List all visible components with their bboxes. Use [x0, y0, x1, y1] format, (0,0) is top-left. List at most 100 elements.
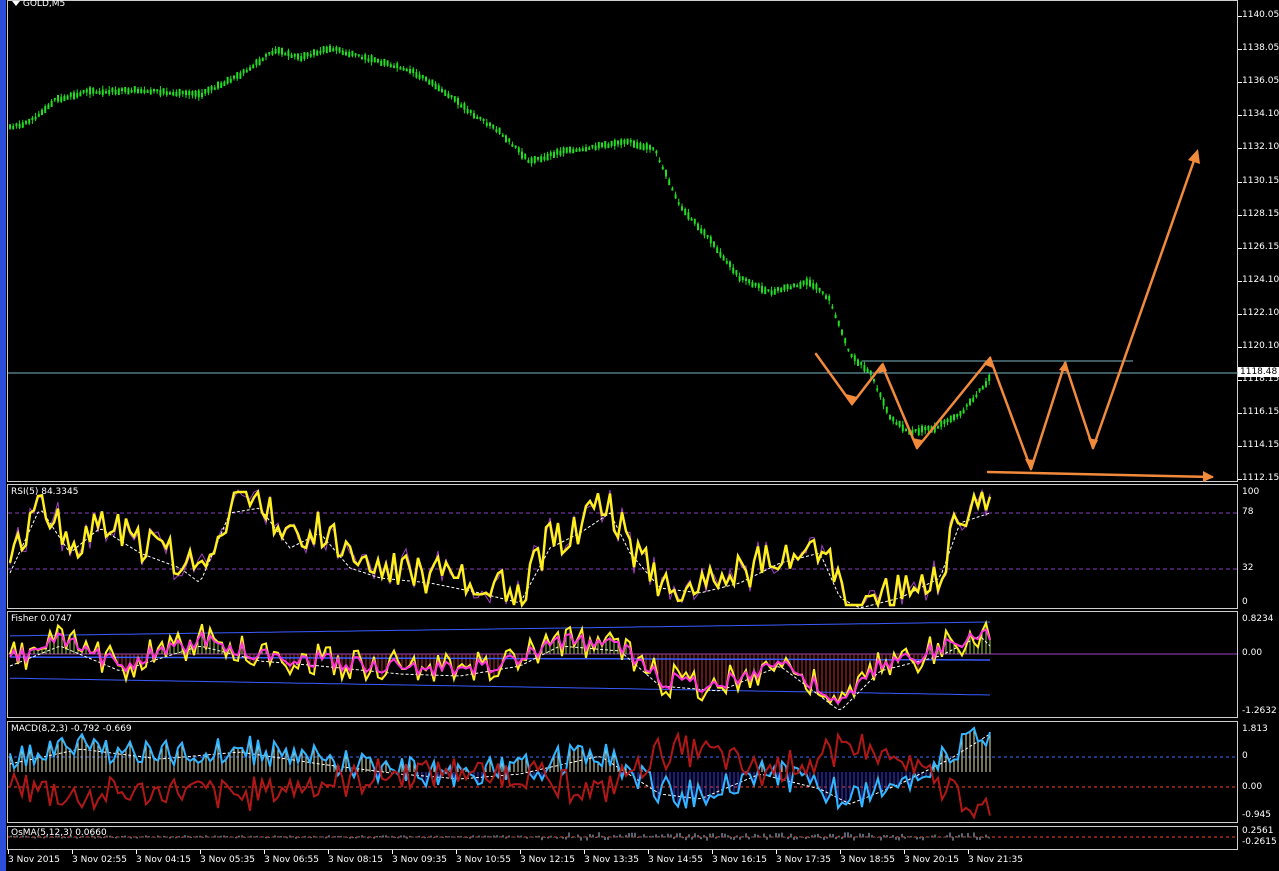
time-axis-tick	[392, 850, 393, 854]
price-axis-label: 1126.15	[1242, 241, 1279, 252]
macd-pane[interactable]	[7, 721, 1238, 823]
candle-body	[437, 85, 440, 92]
candle-body	[703, 229, 706, 236]
candle-body	[377, 58, 379, 63]
price-axis-label: 1122.10	[1242, 307, 1279, 318]
candle-body	[367, 58, 370, 62]
candle-body	[335, 46, 338, 51]
candle-body	[604, 141, 607, 148]
price-candles	[9, 44, 991, 438]
osma-pane[interactable]	[7, 826, 1238, 850]
time-axis-tick	[8, 850, 9, 854]
candle-body	[802, 280, 805, 285]
candle-body	[156, 89, 159, 92]
candle-body	[828, 295, 831, 301]
candle-body	[85, 89, 88, 93]
price-axis-label: 1140.05	[1242, 10, 1279, 20]
candle-body	[722, 255, 725, 261]
candle-body	[959, 411, 962, 416]
candle-body	[201, 92, 203, 98]
candle-body	[329, 45, 331, 53]
candle-body	[508, 138, 511, 142]
candle-body	[575, 149, 578, 152]
candle-body	[786, 284, 789, 289]
candle-body	[313, 49, 315, 56]
candle-body	[895, 422, 898, 425]
candle-body	[453, 96, 456, 102]
candle-body	[66, 95, 69, 100]
candle-body	[725, 260, 728, 264]
candle-body	[229, 78, 232, 83]
candle-body	[581, 148, 584, 151]
candle-body	[485, 122, 488, 126]
candle-body	[309, 54, 312, 57]
candle-body	[549, 152, 552, 156]
candle-body	[159, 89, 162, 96]
candle-body	[537, 156, 539, 160]
candle-body	[837, 320, 840, 326]
candle-body	[226, 76, 229, 84]
rsi-pane[interactable]	[7, 484, 1238, 609]
candle-body	[969, 398, 971, 405]
osma-label: OsMA(5,12,3) 0.0660	[11, 828, 107, 838]
candle-body	[847, 348, 850, 351]
candle-body	[287, 50, 290, 57]
candle-body	[303, 52, 306, 59]
candle-body	[95, 91, 98, 94]
candle-body	[41, 109, 43, 116]
candle-body	[889, 414, 891, 420]
candle-body	[578, 148, 581, 152]
candle-body	[236, 72, 239, 79]
candle-body	[981, 386, 984, 390]
candle-body	[556, 149, 559, 155]
candle-body	[729, 261, 731, 268]
candle-body	[738, 276, 741, 281]
candle-body	[18, 123, 21, 128]
time-axis-label: 3 Nov 2015	[8, 855, 60, 865]
candle-body	[277, 46, 280, 54]
price-axis-tick	[1238, 115, 1242, 117]
candle-body	[207, 86, 210, 93]
candle-body	[668, 179, 671, 186]
candle-body	[306, 52, 309, 57]
candle-body	[601, 142, 603, 147]
candle-body	[591, 144, 594, 148]
time-axis-label: 3 Nov 08:15	[328, 855, 383, 865]
candle-body	[373, 57, 376, 63]
price-axis[interactable]: 1140.05 1138.05 1136.05 1134.10 1132.10 1130.…	[1238, 0, 1279, 484]
candle-body	[44, 106, 47, 114]
price-axis-tick	[1238, 16, 1242, 17]
price-axis-label: 1112.15	[1242, 473, 1279, 484]
candle-body	[341, 50, 344, 55]
candle-body	[527, 160, 530, 163]
candle-body	[597, 142, 600, 149]
candle-body	[773, 288, 776, 295]
candle-body	[412, 68, 415, 74]
candle-body	[188, 90, 191, 96]
candle-body	[233, 75, 235, 79]
candle-body	[63, 95, 66, 102]
candle-body	[489, 122, 491, 126]
candle-body	[735, 270, 738, 275]
candle-body	[674, 194, 677, 199]
candle-body	[924, 426, 927, 431]
fisher-pane[interactable]	[7, 611, 1238, 718]
candle-body	[444, 90, 447, 96]
candle-body	[421, 75, 424, 79]
candle-body	[639, 143, 642, 150]
candle-body	[716, 247, 719, 254]
candle-body	[380, 60, 383, 66]
price-axis-tick	[1238, 347, 1242, 348]
time-axis-label: 3 Nov 02:55	[72, 855, 127, 865]
candle-body	[546, 153, 549, 161]
price-axis-label: 1132.10	[1242, 142, 1279, 153]
candle-body	[242, 69, 245, 74]
candle-body	[661, 166, 664, 170]
candle-body	[21, 122, 24, 128]
fisher-axis: 0.8234 0.00 -1.2632	[1242, 614, 1277, 716]
candle-body	[194, 90, 197, 97]
candle-body	[25, 120, 27, 124]
candle-body	[434, 83, 437, 90]
candle-body	[700, 228, 703, 234]
candle-body	[885, 406, 888, 413]
